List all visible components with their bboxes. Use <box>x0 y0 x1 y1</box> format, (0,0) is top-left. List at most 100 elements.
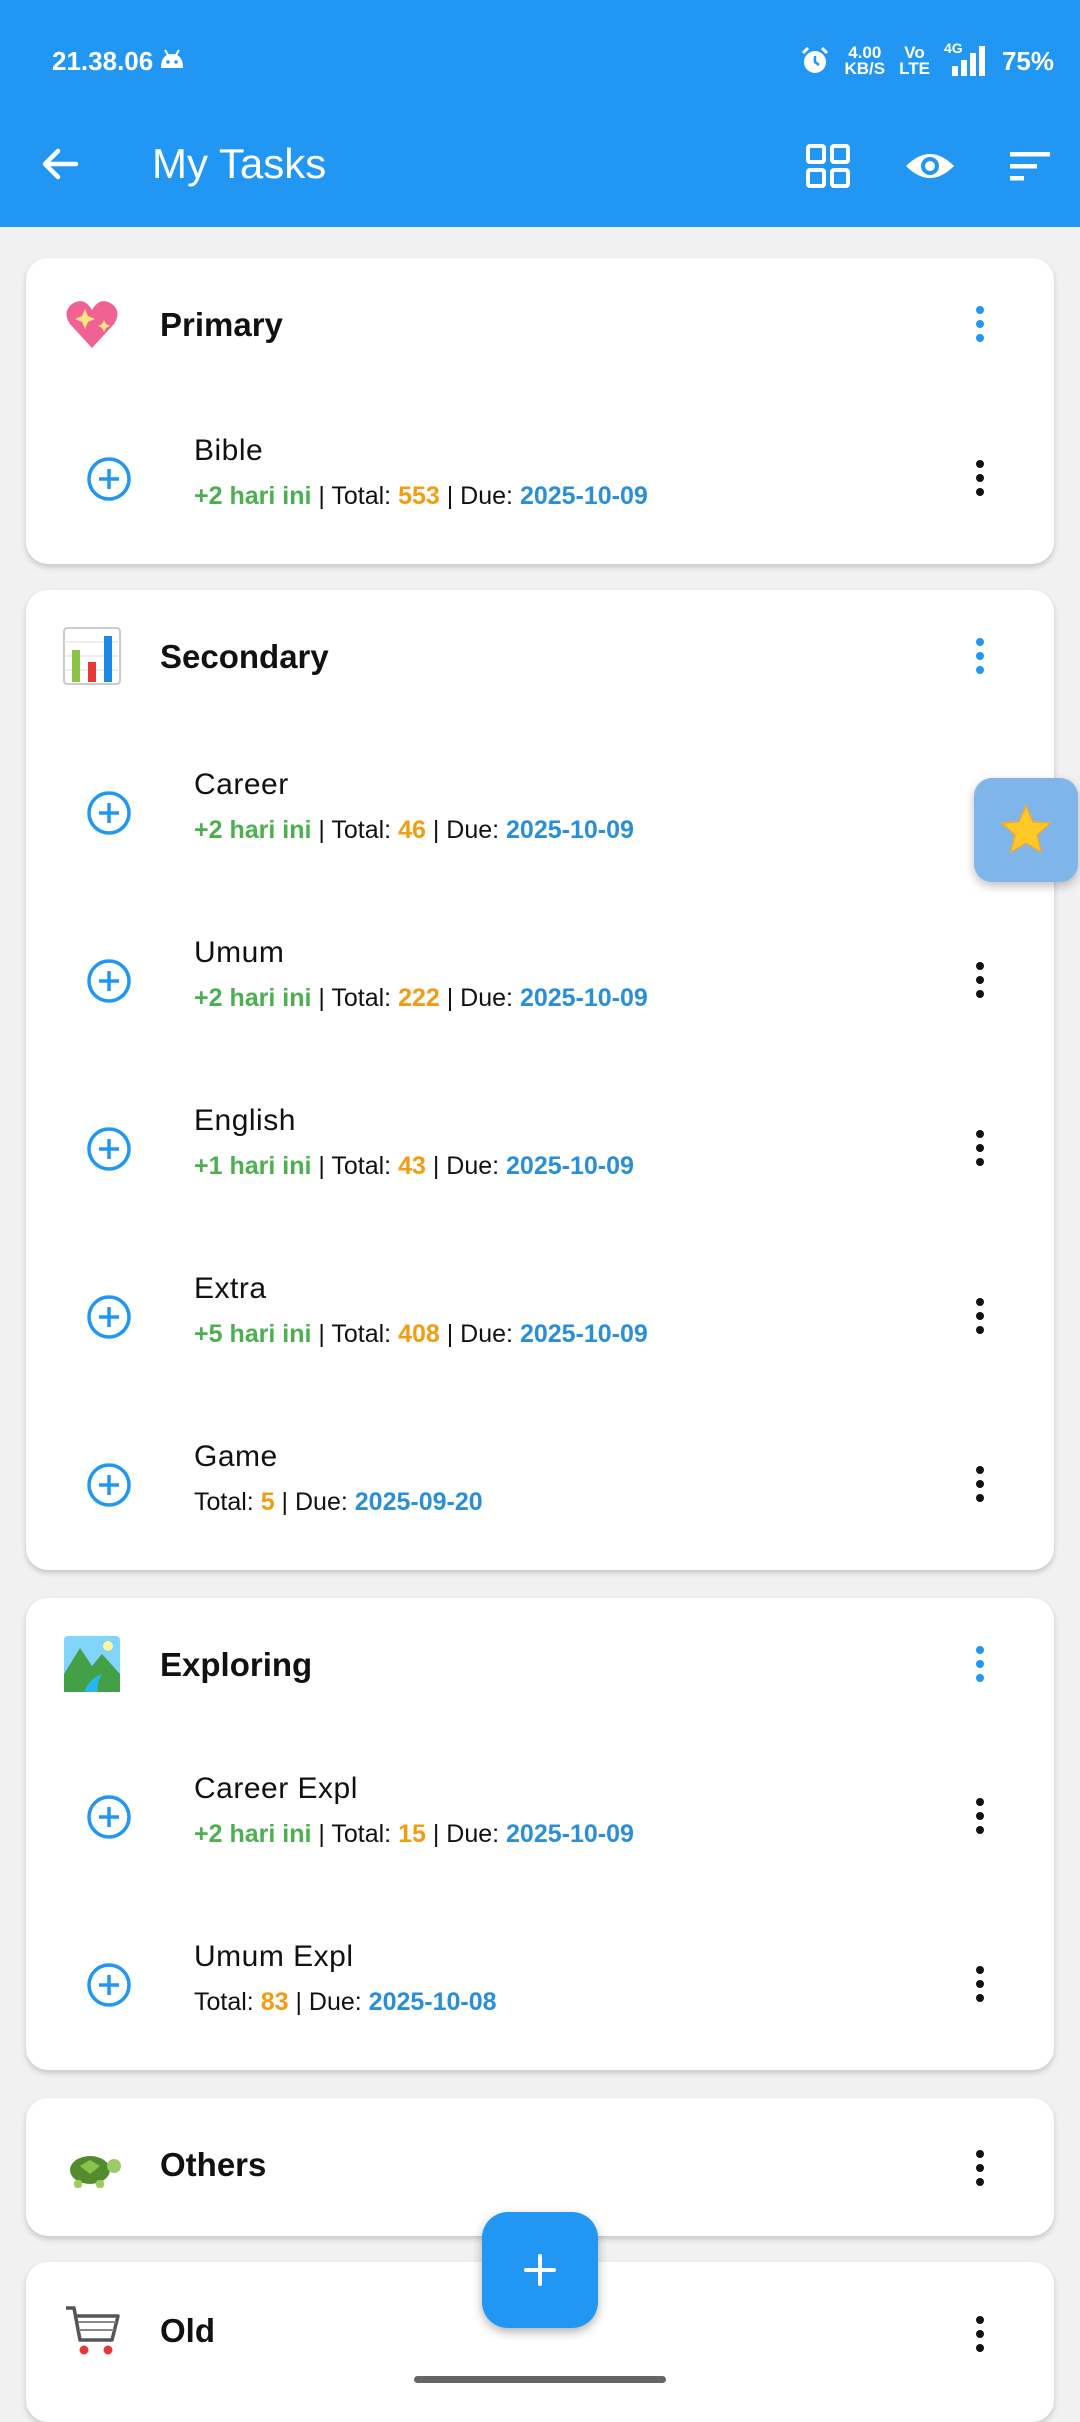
eye-visibility-icon[interactable] <box>904 142 956 190</box>
task-row[interactable]: Career Expl +2 hari ini | Total: 15 | Du… <box>26 1732 1054 1900</box>
task-meta: +1 hari ini | Total: 43 | Due: 2025-10-0… <box>194 1152 634 1180</box>
task-row[interactable]: Game Total: 5 | Due: 2025-09-20 <box>26 1400 1054 1568</box>
category-header[interactable]: Primary <box>26 258 1054 398</box>
task-name: Game <box>194 1440 278 1473</box>
alarm-icon <box>802 46 829 73</box>
task-row[interactable]: Umum +2 hari ini | Total: 222 | Due: 202… <box>26 896 1054 1064</box>
due-date: 2025-10-09 <box>506 1152 634 1180</box>
today-count: +2 hari ini <box>194 482 312 510</box>
due-date: 2025-10-09 <box>519 1320 648 1348</box>
task-menu-icon[interactable] <box>960 1954 1000 2014</box>
task-meta: +2 hari ini | Total: 15 | Due: 2025-10-0… <box>194 1820 634 1848</box>
due-date: 2025-10-09 <box>519 482 648 510</box>
task-meta: +5 hari ini | Total: 408 | Due: 2025-10-… <box>194 1320 648 1348</box>
speed-unit: KB/S <box>844 59 886 78</box>
task-row[interactable]: Bible +2 hari ini | Total: 553 | Due: 20… <box>26 394 1054 562</box>
category-menu-icon[interactable] <box>960 2138 1000 2198</box>
task-meta: +2 hari ini | Total: 46 | Due: 2025-10-0… <box>194 816 634 844</box>
add-progress-icon[interactable] <box>86 1294 132 1340</box>
favorite-star-button[interactable] <box>974 778 1078 882</box>
android-notification-icon <box>161 49 183 68</box>
task-menu-icon[interactable] <box>960 1786 1000 1846</box>
turtle-icon <box>62 2136 122 2196</box>
task-menu-icon[interactable] <box>960 950 1000 1010</box>
sort-icon[interactable] <box>1006 142 1054 190</box>
task-menu-icon[interactable] <box>960 448 1000 508</box>
task-meta: +2 hari ini | Total: 553 | Due: 2025-10-… <box>194 482 648 510</box>
today-count: +2 hari ini <box>194 816 312 844</box>
gesture-home-bar[interactable] <box>414 2376 666 2383</box>
today-count: +2 hari ini <box>194 1820 312 1848</box>
category-menu-icon[interactable] <box>960 1634 1000 1694</box>
category-card-secondary: Secondary Career +2 hari ini | Total: 46… <box>26 590 1054 1570</box>
category-card-exploring: Exploring Career Expl +2 hari ini | Tota… <box>26 1598 1054 2070</box>
page-title: My Tasks <box>152 140 327 187</box>
task-name: Extra <box>194 1272 267 1305</box>
due-date: 2025-10-08 <box>368 1988 497 2016</box>
grid-view-icon[interactable] <box>804 142 852 190</box>
task-menu-icon[interactable] <box>960 1118 1000 1178</box>
total-count: 5 <box>260 1488 275 1516</box>
task-name: Bible <box>194 434 264 467</box>
battery-level: 75% <box>1001 45 1054 76</box>
total-count: 15 <box>398 1820 426 1848</box>
today-count: +5 hari ini <box>194 1320 312 1348</box>
task-row[interactable]: Umum Expl Total: 83 | Due: 2025-10-08 <box>26 1900 1054 2068</box>
category-card-primary: Primary Bible +2 hari ini | Total: 553 |… <box>26 258 1054 564</box>
plus-icon <box>524 2254 556 2286</box>
category-name: Others <box>160 2146 267 2183</box>
star-icon <box>1000 804 1052 854</box>
total-count: 553 <box>398 482 440 510</box>
add-progress-icon[interactable] <box>86 1794 132 1840</box>
task-name: Umum Expl <box>194 1940 354 1973</box>
task-menu-icon[interactable] <box>960 1286 1000 1346</box>
task-name: Career Expl <box>194 1772 358 1805</box>
task-meta: Total: 5 | Due: 2025-09-20 <box>194 1488 483 1516</box>
today-count: +1 hari ini <box>194 1152 312 1180</box>
category-header[interactable]: Secondary <box>26 590 1054 730</box>
add-progress-icon[interactable] <box>86 1462 132 1508</box>
task-menu-icon[interactable] <box>960 1454 1000 1514</box>
task-row[interactable]: Career +2 hari ini | Total: 46 | Due: 20… <box>26 728 1054 896</box>
total-count: 222 <box>398 984 440 1012</box>
task-name: Career <box>194 768 289 801</box>
category-header[interactable]: Exploring <box>26 1598 1054 1738</box>
task-row[interactable]: English +1 hari ini | Total: 43 | Due: 2… <box>26 1064 1054 1232</box>
bar-chart-icon <box>62 626 122 686</box>
add-progress-icon[interactable] <box>86 1962 132 2008</box>
volte-indicator: Vo LTE <box>899 44 930 78</box>
add-progress-icon[interactable] <box>86 1126 132 1172</box>
add-progress-icon[interactable] <box>86 958 132 1004</box>
category-name: Secondary <box>160 638 329 675</box>
task-meta: Total: 83 | Due: 2025-10-08 <box>194 1988 497 2016</box>
category-name: Exploring <box>160 1646 313 1683</box>
add-progress-icon[interactable] <box>86 790 132 836</box>
total-count: 408 <box>398 1320 440 1348</box>
category-name: Old <box>160 2312 215 2349</box>
add-task-button[interactable] <box>482 2212 598 2328</box>
volte-bottom: LTE <box>899 59 930 78</box>
back-arrow-icon[interactable] <box>38 142 82 186</box>
network-speed: 4.00 KB/S <box>844 44 886 78</box>
task-meta: +2 hari ini | Total: 222 | Due: 2025-10-… <box>194 984 648 1012</box>
task-row[interactable]: Extra +5 hari ini | Total: 408 | Due: 20… <box>26 1232 1054 1400</box>
total-count: 83 <box>260 1988 289 2016</box>
shopping-cart-icon <box>62 2300 122 2360</box>
category-name: Primary <box>160 306 283 343</box>
category-menu-icon[interactable] <box>960 626 1000 686</box>
landscape-icon <box>62 1634 122 1694</box>
add-progress-icon[interactable] <box>86 456 132 502</box>
due-date: 2025-10-09 <box>506 1820 634 1848</box>
task-name: English <box>194 1104 296 1137</box>
today-count: +2 hari ini <box>194 984 312 1012</box>
app-bar: 21.38.06 4.00 KB/S Vo LTE 4G 75% My Task… <box>0 0 1080 227</box>
due-date: 2025-10-09 <box>506 816 634 844</box>
sparkling-heart-icon <box>62 294 122 354</box>
total-count: 43 <box>398 1152 426 1180</box>
status-icons: 4.00 KB/S Vo LTE 4G 75% <box>800 40 1054 78</box>
signal-icon: 4G <box>944 40 988 78</box>
due-date: 2025-10-09 <box>519 984 648 1012</box>
category-menu-icon[interactable] <box>960 2304 1000 2364</box>
due-date: 2025-09-20 <box>354 1488 483 1516</box>
category-menu-icon[interactable] <box>960 294 1000 354</box>
